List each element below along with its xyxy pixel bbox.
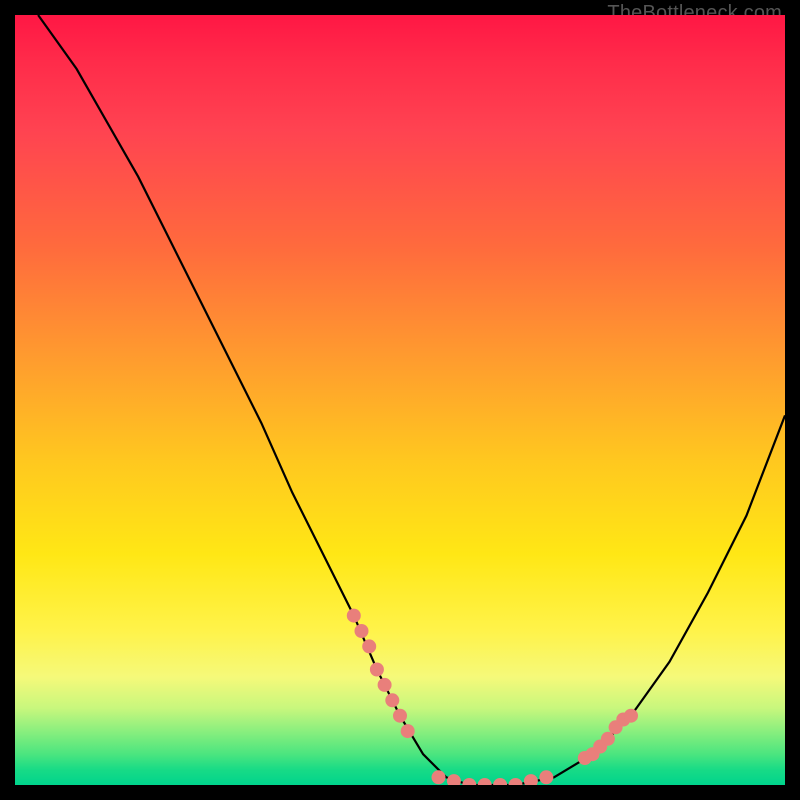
highlight-dot — [462, 778, 476, 785]
highlight-dot — [447, 774, 461, 785]
highlight-dot — [378, 678, 392, 692]
highlight-dot — [601, 732, 615, 746]
highlight-dot — [432, 770, 446, 784]
highlight-dot — [370, 663, 384, 677]
highlight-dot — [509, 778, 523, 785]
bottleneck-curve — [38, 15, 785, 785]
highlight-dots — [347, 609, 638, 785]
highlight-dot — [385, 693, 399, 707]
chart-frame: TheBottleneck.com — [0, 0, 800, 800]
highlight-dot — [401, 724, 415, 738]
highlight-dot — [362, 639, 376, 653]
highlight-dot — [347, 609, 361, 623]
curve-svg — [15, 15, 785, 785]
plot-area — [15, 15, 785, 785]
highlight-dot — [539, 770, 553, 784]
highlight-dot — [624, 709, 638, 723]
highlight-dot — [493, 778, 507, 785]
highlight-dot — [478, 778, 492, 785]
highlight-dot — [524, 774, 538, 785]
highlight-dot — [355, 624, 369, 638]
highlight-dot — [393, 709, 407, 723]
